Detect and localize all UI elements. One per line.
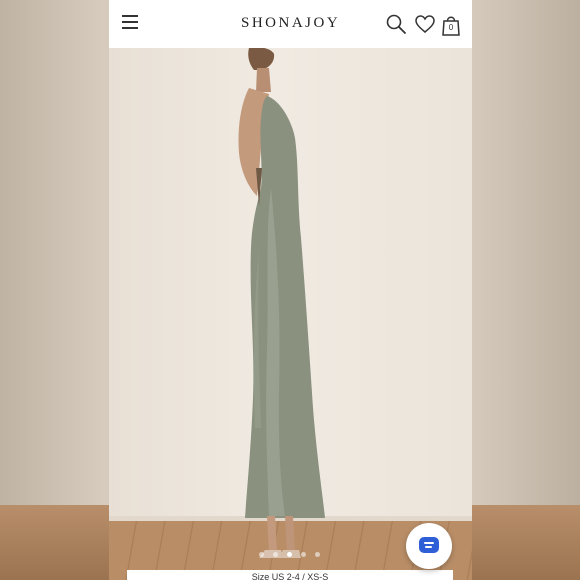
search-icon[interactable] — [385, 13, 407, 35]
cart-count: 0 — [448, 23, 454, 32]
chat-button[interactable] — [406, 523, 452, 569]
brand-logo[interactable]: SHONAJOY — [241, 15, 340, 32]
size-selector-bar[interactable]: Size US 2-4 / XS-S — [127, 570, 453, 580]
carousel-dot-active[interactable] — [287, 552, 292, 557]
shopping-bag-icon[interactable]: 0 — [440, 13, 462, 36]
carousel-dot[interactable] — [301, 552, 306, 557]
heart-icon[interactable] — [414, 13, 436, 35]
top-navigation-bar: SHONAJOY 0 — [109, 0, 472, 48]
carousel-dot[interactable] — [315, 552, 320, 557]
phone-screen: SHONAJOY 0 Size US 2-4 / XS-S — [109, 0, 472, 580]
carousel-dot[interactable] — [259, 552, 264, 557]
carousel-dot[interactable] — [273, 552, 278, 557]
product-image[interactable] — [109, 48, 472, 580]
chat-icon — [419, 537, 439, 553]
size-label: Size US 2-4 / XS-S — [251, 572, 329, 580]
model-figure — [238, 48, 325, 558]
menu-icon[interactable] — [122, 14, 138, 30]
